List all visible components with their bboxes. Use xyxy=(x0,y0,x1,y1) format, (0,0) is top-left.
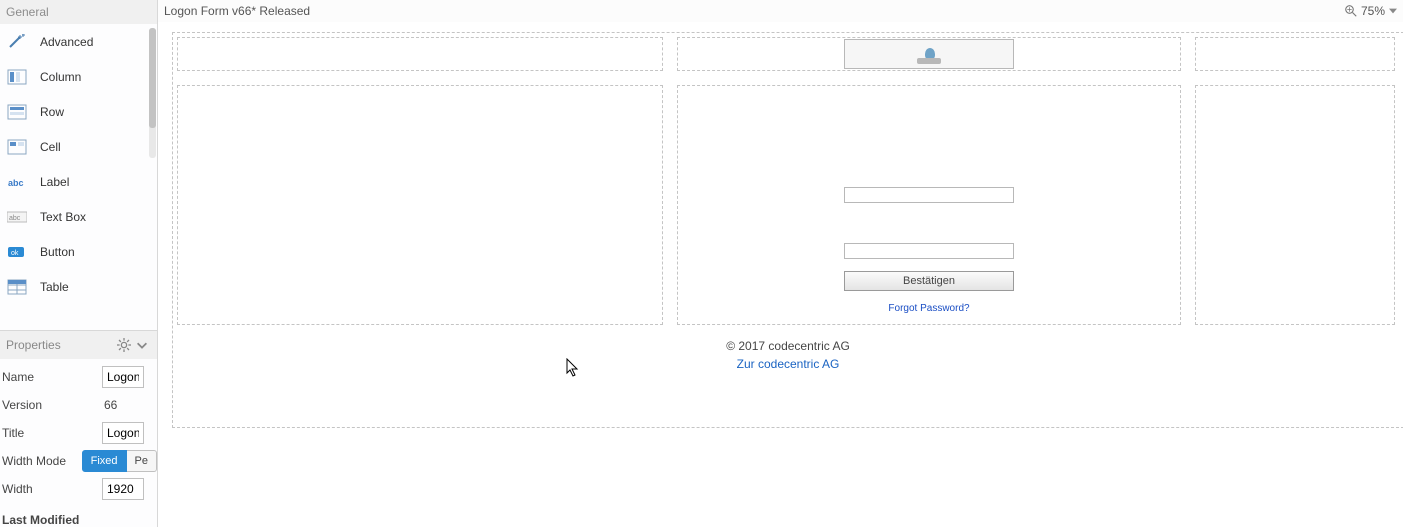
zoom-dropdown-icon xyxy=(1389,7,1397,15)
textbox-icon: abc xyxy=(6,208,28,226)
gear-icon[interactable] xyxy=(115,336,133,354)
forgot-password-link[interactable]: Forgot Password? xyxy=(888,303,969,314)
palette-item-label: Text Box xyxy=(40,210,86,224)
svg-text:abc: abc xyxy=(8,178,24,188)
prop-version-label: Version xyxy=(2,398,102,412)
palette-item-row[interactable]: Row xyxy=(0,94,157,129)
prop-widthmode-label: Width Mode xyxy=(2,454,82,468)
properties-header: Properties xyxy=(6,338,61,352)
image-icon xyxy=(917,44,941,64)
palette-item-label: Label xyxy=(40,175,69,189)
wand-icon xyxy=(6,33,28,51)
prop-name-input[interactable] xyxy=(102,366,144,388)
prop-width-input[interactable] xyxy=(102,478,144,500)
password-field[interactable] xyxy=(844,243,1014,259)
label-icon: abc xyxy=(6,173,28,191)
zoom-icon xyxy=(1345,5,1357,17)
palette-scrollbar-thumb[interactable] xyxy=(149,28,156,128)
layout-cell[interactable] xyxy=(1195,85,1395,325)
component-palette: Advanced Column Row Cell xyxy=(0,24,157,331)
row-icon xyxy=(6,103,28,121)
svg-text:ok: ok xyxy=(11,250,19,257)
svg-text:abc: abc xyxy=(9,215,21,222)
button-icon: ok xyxy=(6,243,28,261)
image-placeholder[interactable] xyxy=(844,39,1014,69)
chevron-down-icon[interactable] xyxy=(133,336,151,354)
palette-item-label: Cell xyxy=(40,140,61,154)
prop-lastmodified-label: Last Modified xyxy=(0,503,157,527)
layout-cell[interactable]: Bestätigen Forgot Password? xyxy=(677,85,1181,325)
palette-item-label: Button xyxy=(40,245,75,259)
username-field[interactable] xyxy=(844,187,1014,203)
prop-width-label: Width xyxy=(2,482,102,496)
palette-item-label: Advanced xyxy=(40,35,93,49)
table-icon xyxy=(6,278,28,296)
widthmode-fixed-button[interactable]: Fixed xyxy=(82,450,127,472)
palette-item-label: Column xyxy=(40,70,81,84)
layout-cell[interactable] xyxy=(177,85,663,325)
zoom-value: 75% xyxy=(1361,4,1385,18)
palette-item-advanced[interactable]: Advanced xyxy=(0,24,157,59)
palette-item-textbox[interactable]: abc Text Box xyxy=(0,199,157,234)
palette-item-column[interactable]: Column xyxy=(0,59,157,94)
layout-cell[interactable] xyxy=(677,37,1181,71)
layout-cell[interactable] xyxy=(177,37,663,71)
palette-item-label: Table xyxy=(40,280,69,294)
palette-item-label[interactable]: abc Label xyxy=(0,164,157,199)
cell-icon xyxy=(6,138,28,156)
footer-copyright: © 2017 codecentric AG xyxy=(177,339,1399,353)
page-title: Logon Form v66* Released xyxy=(164,4,310,18)
zoom-control[interactable]: 75% xyxy=(1345,4,1397,18)
prop-name-label: Name xyxy=(2,370,102,384)
design-canvas[interactable]: Bestätigen Forgot Password? © 2017 codec… xyxy=(172,32,1403,428)
column-icon xyxy=(6,68,28,86)
prop-title-input[interactable] xyxy=(102,422,144,444)
footer-link[interactable]: Zur codecentric AG xyxy=(177,357,1399,371)
sidebar-section-general: General xyxy=(0,0,157,24)
prop-version-value: 66 xyxy=(102,398,144,412)
widthmode-percent-button[interactable]: Pe xyxy=(127,450,157,472)
palette-item-cell[interactable]: Cell xyxy=(0,129,157,164)
confirm-button[interactable]: Bestätigen xyxy=(844,271,1014,291)
layout-cell[interactable] xyxy=(1195,37,1395,71)
palette-item-button[interactable]: ok Button xyxy=(0,234,157,269)
prop-title-label: Title xyxy=(2,426,102,440)
palette-item-label: Row xyxy=(40,105,64,119)
palette-item-table[interactable]: Table xyxy=(0,269,157,304)
